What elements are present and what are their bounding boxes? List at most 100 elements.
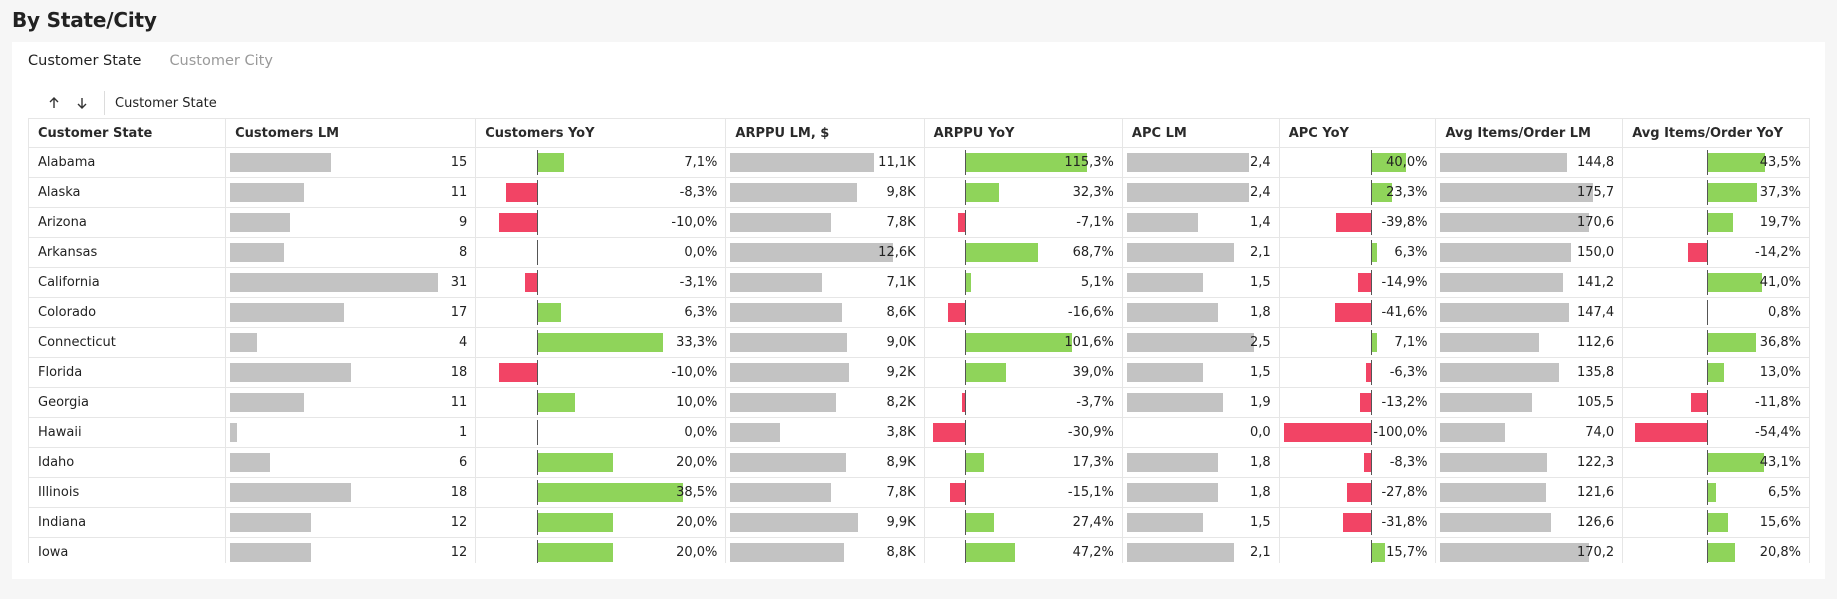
cell-value: 0,0% [684,245,718,260]
cell-value: 13,0% [1759,365,1801,380]
zero-axis-line [1371,300,1373,325]
cell-customers-yoy: 38,5% [475,477,727,508]
cell-apc-yoy: -39,8% [1278,207,1437,238]
cell-avg-items-yoy: 43,1% [1622,447,1810,478]
value-bar [730,513,859,532]
cell-value: 15,7% [1386,545,1428,560]
positive-bar [965,543,1016,562]
negative-bar [1634,423,1707,442]
table-row[interactable]: Connecticut 4 33,3% 9,0K 101,6% 2,5 7,1% 112,6 3… [28,327,1810,358]
zero-axis-line [965,420,967,445]
cell-arppu-yoy: 5,1% [923,267,1123,298]
cell-customers-lm: 9 [225,207,477,238]
table-row[interactable]: Idaho 6 20,0% 8,9K 17,3% 1,8 -8,3% 122,3 43,1% [28,447,1810,478]
cell-value: 10,0% [676,395,718,410]
cell-customers-lm: 11 [225,177,477,208]
cell-arppu-lm: 8,8K [725,537,925,563]
header-customer-state[interactable]: Customer State [28,118,227,148]
cell-customers-yoy: 20,0% [475,447,727,478]
header-avg-items-lm[interactable]: Avg Items/Order LM [1435,118,1624,148]
cell-value: -30,9% [1067,425,1114,440]
cell-arppu-lm: 7,8K [725,207,925,238]
table-row[interactable]: California 31 -3,1% 7,1K 5,1% 1,5 -14,9% 141,2 4… [28,267,1810,298]
cell-value: 2,1 [1250,245,1271,260]
table-row[interactable]: Illinois 18 38,5% 7,8K -15,1% 1,8 -27,8% 121,6 6… [28,477,1810,508]
zero-axis-line [965,150,967,175]
tab-customer-state[interactable]: Customer State [28,53,141,69]
header-customers-lm[interactable]: Customers LM [225,118,477,148]
sort-ascending-button[interactable] [42,91,66,115]
header-apc-lm[interactable]: APC LM [1121,118,1280,148]
cell-value: 20,0% [676,515,718,530]
table-row[interactable]: Florida 18 -10,0% 9,2K 39,0% 1,5 -6,3% 135,8 13,… [28,357,1810,388]
zero-axis-line [1371,360,1373,385]
header-avg-items-yoy[interactable]: Avg Items/Order YoY [1622,118,1810,148]
zero-axis-line [536,240,538,265]
cell-value: 170,2 [1576,545,1615,560]
cell-apc-lm: 1,4 [1121,207,1280,238]
tab-bar: Customer State Customer City [28,53,273,69]
table-row[interactable]: Iowa 12 20,0% 8,8K 47,2% 2,1 15,7% 170,2 20,8% [28,537,1810,563]
value-bar [1126,483,1219,502]
table-row[interactable]: Arizona 9 -10,0% 7,8K -7,1% 1,4 -39,8% 170,6 19,… [28,207,1810,238]
value-bar [730,543,845,562]
value-bar [730,363,850,382]
cell-value: -10,0% [671,215,718,230]
cell-customers-lm: 1 [225,417,477,448]
cell-value: 5,1% [1080,275,1114,290]
cell-value: 11 [450,185,468,200]
table-row[interactable]: Arkansas 8 0,0% 12,6K 68,7% 2,1 6,3% 150,0 -14,2… [28,237,1810,268]
value-bar [1126,303,1219,322]
cell-apc-lm: 2,5 [1121,327,1280,358]
arrow-down-icon [77,98,87,109]
negative-bar [1283,423,1372,442]
cell-value: 7,8K [886,215,916,230]
positive-bar [1707,333,1756,352]
table-row[interactable]: Hawaii 1 0,0% 3,8K -30,9% 0,0 -100,0% 74,0 -54,4… [28,417,1810,448]
zero-axis-line [965,450,967,475]
value-bar [1440,213,1589,232]
cell-apc-yoy: 15,7% [1278,537,1437,563]
table-row[interactable]: Indiana 12 20,0% 9,9K 27,4% 1,5 -31,8% 126,6 15,… [28,507,1810,538]
cell-arppu-lm: 9,0K [725,327,925,358]
cell-value: 1,8 [1250,455,1271,470]
negative-bar [949,483,966,502]
positive-bar [1707,213,1734,232]
table-row[interactable]: Alaska 11 -8,3% 9,8K 32,3% 2,4 23,3% 175,7 37,3% [28,177,1810,208]
cell-value: 1,5 [1250,515,1271,530]
cell-value: 9 [458,215,468,230]
header-arppu-lm[interactable]: ARPPU LM, $ [725,118,925,148]
cell-value: -11,8% [1755,395,1801,410]
cell-value: 8,8K [886,545,916,560]
cell-arppu-lm: 8,9K [725,447,925,478]
cell-avg-items-lm: 74,0 [1435,417,1624,448]
value-bar [1440,543,1589,562]
positive-bar [1707,153,1765,172]
cell-value: -54,4% [1755,425,1801,440]
tab-customer-city[interactable]: Customer City [169,53,272,69]
zero-axis-line [536,390,538,415]
table-row[interactable]: Alabama 15 7,1% 11,1K 115,3% 2,4 40,0% 144,8 43,… [28,147,1810,178]
sort-descending-button[interactable] [70,91,94,115]
header-customers-yoy[interactable]: Customers YoY [475,118,727,148]
cell-value: 135,8 [1576,365,1615,380]
cell-value: 6,5% [1767,485,1801,500]
cell-avg-items-lm: 135,8 [1435,357,1624,388]
cell-customers-lm: 12 [225,507,477,538]
table-row[interactable]: Colorado 17 6,3% 8,6K -16,6% 1,8 -41,6% 147,4 0,… [28,297,1810,328]
cell-customer-state: Alaska [28,177,227,208]
value-bar [1126,273,1204,292]
cell-customer-state: Indiana [28,507,227,538]
negative-bar [932,423,966,442]
header-arppu-yoy[interactable]: ARPPU YoY [923,118,1123,148]
cell-apc-yoy: -31,8% [1278,507,1437,538]
cell-value: 20,0% [676,545,718,560]
header-apc-yoy[interactable]: APC YoY [1278,118,1437,148]
cell-customers-yoy: 6,3% [475,297,727,328]
zero-axis-line [1707,420,1708,445]
zero-axis-line [1371,420,1373,445]
cell-value: -27,8% [1381,485,1428,500]
table-row[interactable]: Georgia 11 10,0% 8,2K -3,7% 1,9 -13,2% 105,5 -11… [28,387,1810,418]
negative-bar [1688,243,1707,262]
value-bar [1440,153,1567,172]
